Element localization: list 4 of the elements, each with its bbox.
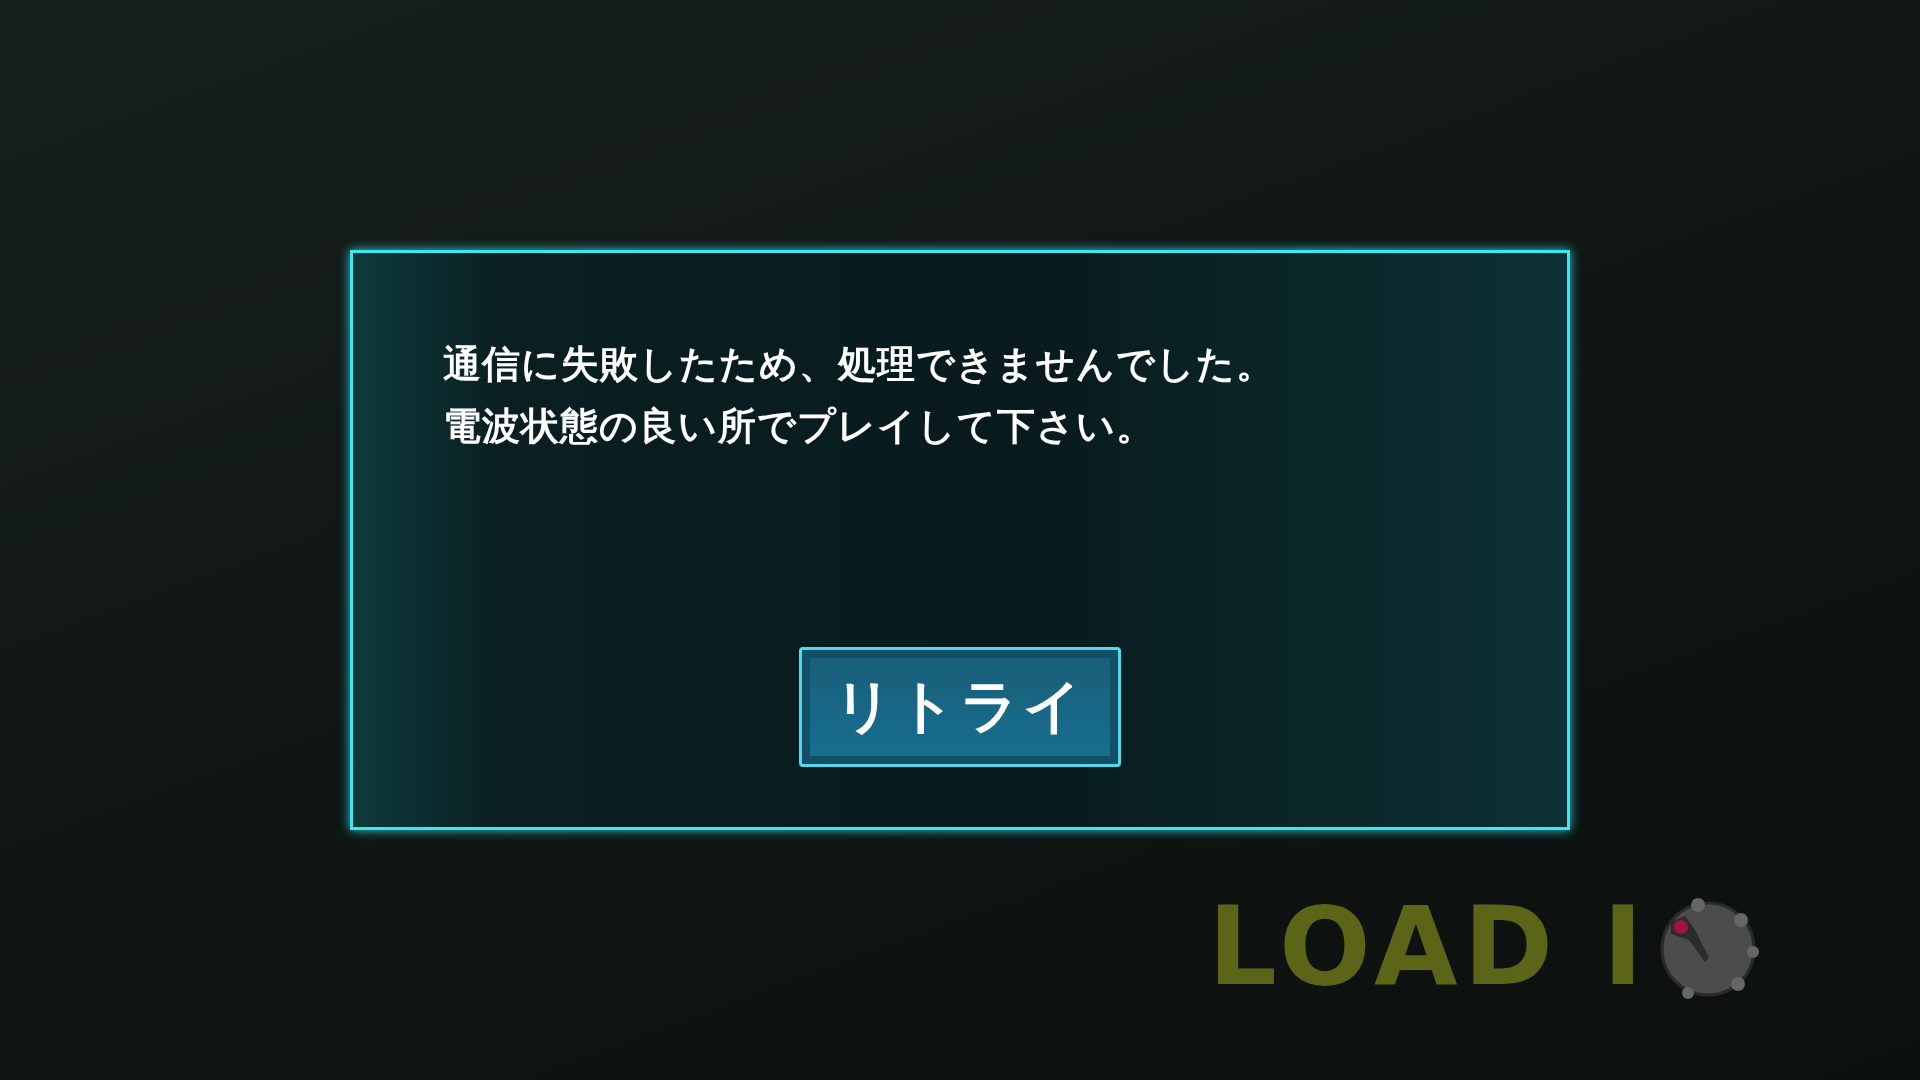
loading-text: LOAD I	[1208, 893, 1649, 1001]
retry-button[interactable]: リトライ	[799, 647, 1121, 767]
message-text: 電波状態の良い所でプレイして下さい。	[443, 403, 1156, 450]
message-text: 通信に失敗したため、処理できませんでした。	[443, 341, 1276, 388]
